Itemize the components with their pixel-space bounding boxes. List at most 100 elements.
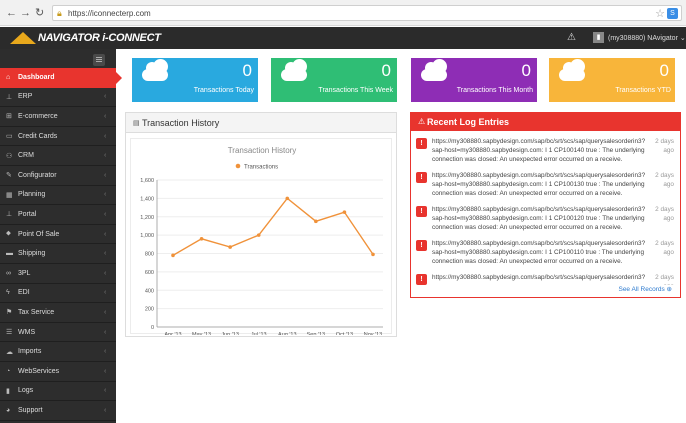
extension-icon[interactable]: S bbox=[667, 8, 678, 19]
sidebar-item-dashboard[interactable]: ⌂ Dashboard bbox=[0, 68, 122, 88]
y-tick-label: 1,000 bbox=[140, 233, 154, 239]
sidebar-item-configurator[interactable]: ✎ Configurator ‹ bbox=[0, 166, 116, 186]
data-point bbox=[342, 210, 347, 214]
see-all-records-link[interactable]: See All Records ⊕ bbox=[618, 285, 672, 293]
warning-icon: ! bbox=[416, 172, 427, 183]
stat-label: Transactions This Week bbox=[318, 87, 393, 94]
panel-header: ▤ Transaction History bbox=[126, 113, 396, 133]
log-message: https://my308880.sapbydesign.com/sap/bc/… bbox=[432, 138, 646, 163]
home-icon: ⌂ bbox=[6, 73, 11, 81]
app-logo[interactable]: NAVIGATOR i-CONNECT bbox=[38, 32, 161, 44]
stat-value: 0 bbox=[659, 61, 669, 80]
credit-card-icon: ▭ bbox=[6, 133, 13, 141]
stat-value: 0 bbox=[521, 61, 531, 80]
stat-card[interactable]: 0 Transactions YTD bbox=[549, 58, 675, 102]
sidebar-item-planning[interactable]: ▦ Planning ‹ bbox=[0, 186, 116, 206]
sidebar-item-label: WMS bbox=[18, 328, 36, 336]
sidebar-item-label: ERP bbox=[18, 93, 33, 101]
chart-title: Transaction History bbox=[228, 146, 297, 155]
menu-toggle-icon[interactable] bbox=[93, 54, 105, 66]
users-icon: ⚇ bbox=[6, 152, 13, 160]
chevron-left-icon: ‹ bbox=[104, 132, 107, 140]
avatar[interactable]: ▮ bbox=[593, 32, 604, 43]
stat-card[interactable]: 0 Transactions This Month bbox=[411, 58, 537, 102]
cloud-icon bbox=[142, 59, 168, 81]
sidebar-item-point-of-sale[interactable]: ⬥ Point Of Sale ‹ bbox=[0, 225, 116, 245]
stat-card[interactable]: 0 Transactions Today bbox=[132, 58, 258, 102]
log-entry[interactable]: ! https://my308880.sapbydesign.com/sap/bc… bbox=[416, 239, 674, 272]
calendar-icon: ▦ bbox=[6, 191, 13, 199]
truck-icon: ▬ bbox=[6, 250, 13, 258]
legend-label: Transactions bbox=[244, 165, 278, 171]
panel-header: ⚠ Recent Log Entries bbox=[411, 113, 680, 131]
binoculars-icon: ∞ bbox=[6, 269, 11, 277]
chevron-left-icon: ‹ bbox=[104, 406, 107, 414]
stat-card[interactable]: 0 Transactions This Week bbox=[271, 58, 397, 102]
sidebar-item-label: Portal bbox=[18, 210, 37, 218]
cloud-icon: ☁ bbox=[6, 348, 13, 356]
url-text[interactable]: https://iconnecterp.com bbox=[68, 9, 151, 18]
tag-icon: ⬥ bbox=[6, 230, 11, 238]
rss-icon: ◔ bbox=[6, 367, 11, 375]
log-entry[interactable]: ! https://my308880.sapbydesign.com/sap/bc… bbox=[416, 137, 674, 170]
forward-icon[interactable]: → bbox=[20, 7, 31, 19]
sidebar-item-erp[interactable]: ⊥ ERP ‹ bbox=[0, 88, 116, 108]
sidebar-item-shipping[interactable]: ▬ Shipping ‹ bbox=[0, 244, 116, 264]
y-tick-label: 0 bbox=[151, 325, 154, 331]
sidebar-item-credit-cards[interactable]: ▭ Credit Cards ‹ bbox=[0, 127, 116, 147]
sidebar-item-edi[interactable]: ϟ EDI ‹ bbox=[0, 284, 116, 304]
erp-icon: ⊥ bbox=[6, 93, 13, 101]
y-tick-label: 200 bbox=[145, 307, 154, 313]
sidebar-item-e-commerce[interactable]: ⊞ E-commerce ‹ bbox=[0, 107, 116, 127]
address-bar[interactable]: 🔒︎ https://iconnecterp.com ☆ S bbox=[52, 5, 682, 21]
log-timestamp: 2 days ago bbox=[655, 206, 674, 222]
sidebar-item-label: E-commerce bbox=[18, 112, 58, 120]
data-point bbox=[199, 237, 204, 241]
user-menu[interactable]: (my308880) NAvigator ⌄ bbox=[608, 34, 686, 42]
panel-title: Recent Log Entries bbox=[427, 117, 510, 127]
sidebar-item-label: Dashboard bbox=[18, 73, 55, 81]
sidebar-item-imports[interactable]: ☁ Imports ‹ bbox=[0, 342, 116, 362]
log-message: https://my308880.sapbydesign.com/sap/bc/… bbox=[432, 274, 646, 281]
configurator-icon: ✎ bbox=[6, 172, 12, 180]
sidebar-item-crm[interactable]: ⚇ CRM ‹ bbox=[0, 146, 116, 166]
log-entry[interactable]: ! https://my308880.sapbydesign.com/sap/bc… bbox=[416, 171, 674, 204]
shield-icon: ▮ bbox=[6, 387, 10, 395]
y-tick-label: 800 bbox=[145, 252, 154, 258]
transaction-history-panel: ▤ Transaction History Transaction Histor… bbox=[125, 112, 397, 337]
sidebar-item-3pl[interactable]: ∞ 3PL ‹ bbox=[0, 264, 116, 284]
back-icon[interactable]: ← bbox=[6, 7, 17, 19]
warning-icon: ⚠ bbox=[418, 117, 426, 126]
log-timestamp: 2 days ago bbox=[655, 240, 674, 256]
x-tick-label: Aug '13 bbox=[278, 332, 296, 335]
recent-log-panel: ⚠ Recent Log Entries ! https://my308880.s… bbox=[410, 112, 681, 298]
sidebar-item-logs[interactable]: ▮ Logs ‹ bbox=[0, 382, 116, 402]
bookmark-star-icon[interactable]: ☆ bbox=[655, 7, 665, 20]
cart-icon: ⊞ bbox=[6, 113, 12, 121]
data-point bbox=[285, 196, 290, 201]
warning-icon[interactable]: ⚠ bbox=[567, 32, 576, 43]
log-entry[interactable]: ! https://my308880.sapbydesign.com/sap/bc… bbox=[416, 205, 674, 238]
sidebar-item-portal[interactable]: ⊥ Portal ‹ bbox=[0, 205, 116, 225]
x-tick-label: Nov '13 bbox=[364, 332, 382, 335]
chevron-left-icon: ‹ bbox=[104, 387, 107, 395]
sidebar-item-tax-service[interactable]: ⚑ Tax Service ‹ bbox=[0, 303, 116, 323]
chevron-left-icon: ‹ bbox=[104, 289, 107, 297]
sidebar-item-label: Planning bbox=[18, 191, 46, 199]
x-tick-label: Jul '13 bbox=[251, 332, 267, 335]
stat-label: Transactions YTD bbox=[615, 87, 671, 94]
legend-marker bbox=[235, 163, 241, 169]
chevron-left-icon: ‹ bbox=[104, 348, 107, 356]
y-tick-label: 400 bbox=[145, 288, 154, 294]
reload-icon[interactable]: ↻ bbox=[35, 7, 44, 19]
log-timestamp: 2 days ago bbox=[655, 274, 674, 285]
stat-value: 0 bbox=[381, 61, 391, 80]
sidebar-item-wms[interactable]: ☰ WMS ‹ bbox=[0, 323, 116, 343]
x-tick-label: Jun '13 bbox=[221, 332, 239, 335]
stat-label: Transactions Today bbox=[193, 87, 254, 94]
sidebar-item-webservices[interactable]: ◔ WebServices ‹ bbox=[0, 362, 116, 382]
log-entry[interactable]: ! https://my308880.sapbydesign.com/sap/bc… bbox=[416, 273, 674, 285]
panel-title: Transaction History bbox=[142, 118, 220, 128]
sidebar-item-label: WebServices bbox=[18, 367, 60, 375]
sidebar-item-support[interactable]: ◕ Support ‹ bbox=[0, 401, 116, 421]
